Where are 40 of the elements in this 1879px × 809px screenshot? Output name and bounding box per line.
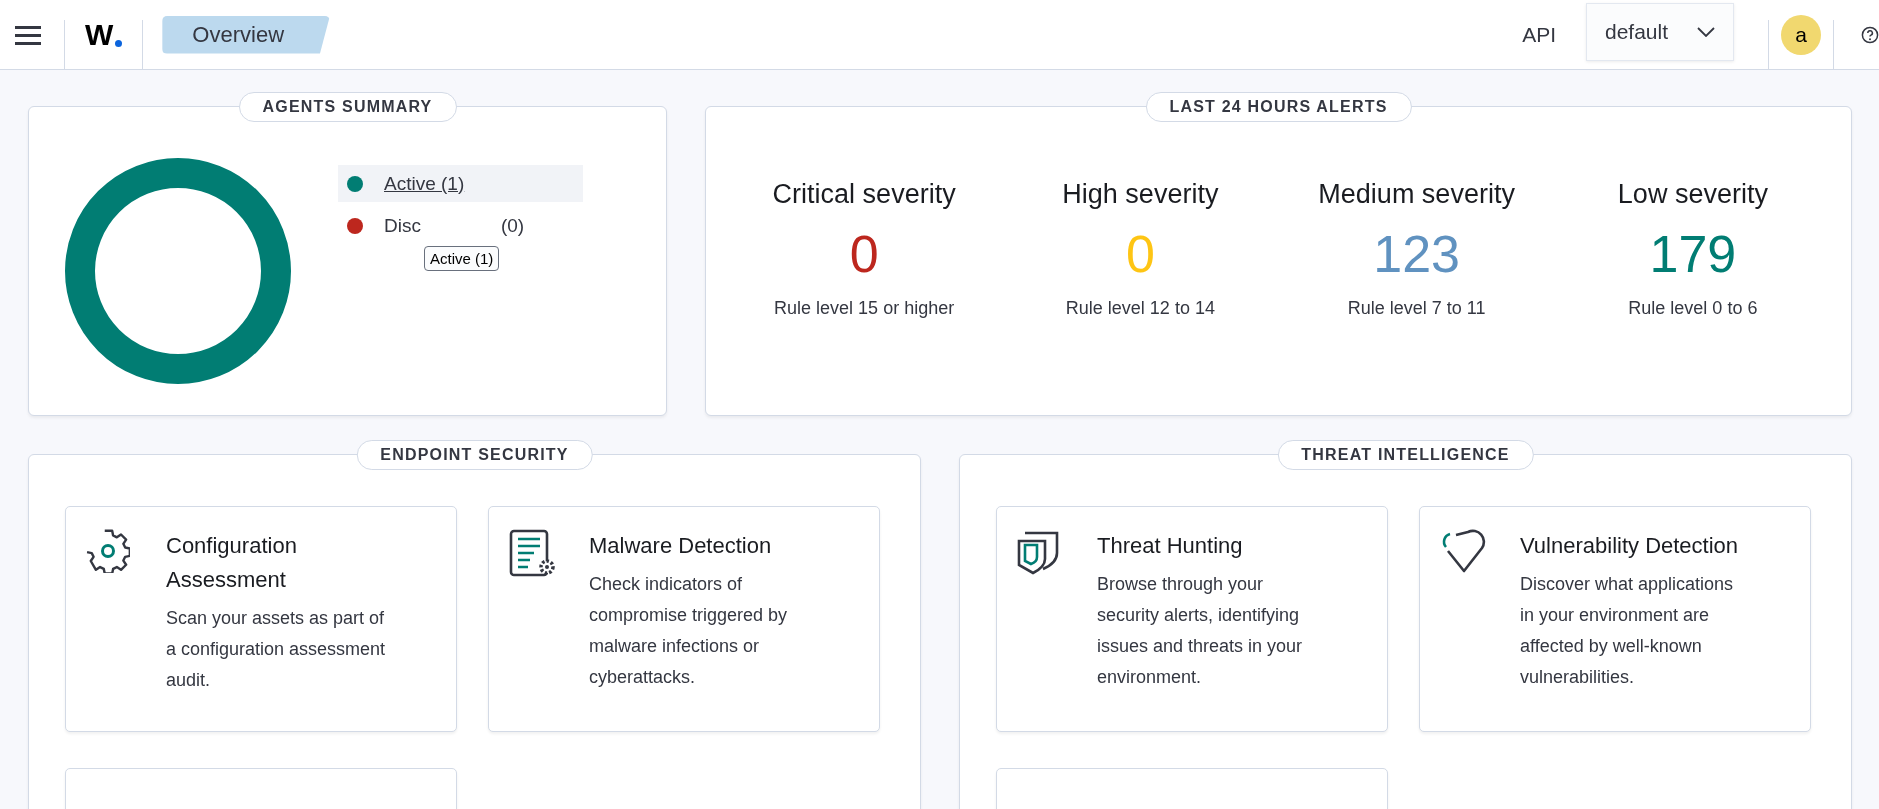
module-description: Discover what applications in your environment are affected by well-known vulnerabilities. (1520, 573, 1735, 689)
severity-title: Low severity (1617, 179, 1768, 210)
severity-count[interactable]: 179 (1649, 224, 1737, 284)
panel-title: LAST 24 HOURS ALERTS (1145, 92, 1412, 122)
severity-caption: Rule level 12 to 14 (1065, 298, 1215, 319)
severity-title: Critical severity (772, 179, 956, 210)
api-link[interactable]: API (1522, 22, 1556, 47)
legend-item[interactable]: Active (1) (338, 165, 583, 202)
module-title: Threat Hunting (1097, 532, 1244, 560)
chevron-down-icon (1697, 26, 1715, 37)
shield-icon (1017, 529, 1059, 575)
module-title: Malware Detection (589, 532, 773, 560)
module-description: Browse through your security alerts, identifying issues and threats in your environment. (1097, 573, 1304, 689)
broken-heart-icon (1440, 529, 1488, 575)
module-card[interactable]: Vulnerability Detection Discover what applications in your environment are affected by well-known vulnerabilities. (1419, 506, 1811, 732)
module-title: Configuration Assessment (166, 532, 298, 594)
help-icon[interactable] (1861, 25, 1879, 44)
severity-caption: Rule level 0 to 6 (1628, 298, 1758, 319)
module-card[interactable]: Malware Detection Check indicators of compromise triggered by malware infections or cyberattacks. (488, 506, 880, 732)
breadcrumb[interactable]: Overview (162, 15, 330, 54)
space-select[interactable]: default (1586, 2, 1734, 61)
severity-title: Medium severity (1318, 179, 1515, 210)
module-card[interactable]: Threat Hunting Browse through your security alerts, identifying issues and threats in your environment. (996, 506, 1388, 732)
severity-caption: Rule level 15 or higher (774, 298, 955, 319)
user-avatar[interactable]: a (1781, 14, 1821, 55)
panel-title: AGENTS SUMMARY (238, 92, 457, 122)
module-description: Check indicators of compromise triggered by malware infections or cyberattacks. (589, 573, 789, 689)
document-gear-icon (509, 529, 557, 577)
module-description: Scan your assets as part of a configuration assessment audit. (166, 607, 387, 692)
logo[interactable]: W (85, 17, 123, 52)
legend-item[interactable]: Disc (0) (338, 207, 583, 244)
severity-caption: Rule level 7 to 11 (1347, 298, 1486, 319)
gear-icon (86, 529, 130, 573)
severity-count[interactable]: 0 (849, 224, 879, 284)
severity-title: High severity (1062, 179, 1219, 210)
tooltip: Active (1) (424, 246, 500, 271)
module-card[interactable]: Configuration Assessment Scan your assets as part of a configuration assessment audit. (65, 506, 457, 732)
panel-title: ENDPOINT SECURITY (356, 440, 593, 470)
module-title: Vulnerability Detection (1520, 532, 1740, 560)
panel-title: THREAT INTELLIGENCE (1277, 440, 1534, 470)
